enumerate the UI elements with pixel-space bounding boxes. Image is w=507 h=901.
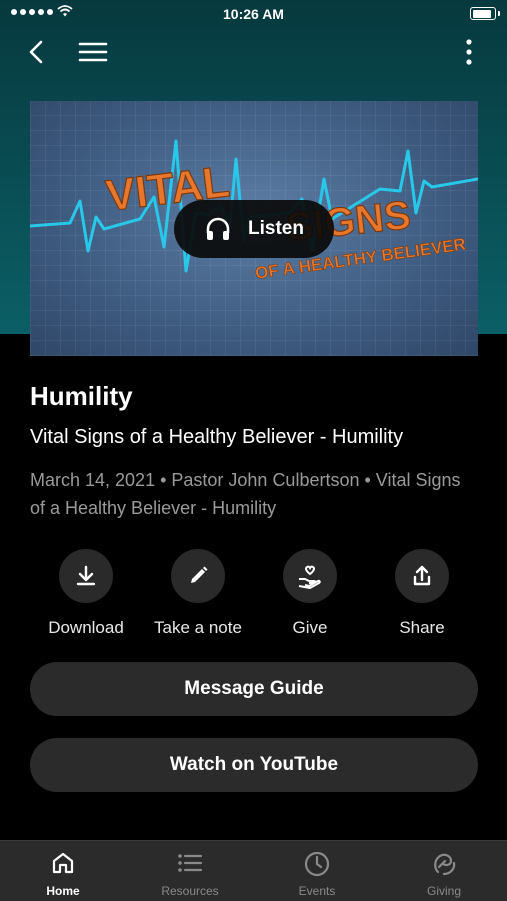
action-row: Download Take a note Give Share [30, 549, 478, 639]
hamburger-icon [78, 42, 108, 62]
download-button[interactable]: Download [30, 549, 142, 638]
message-guide-button[interactable]: Message Guide [30, 662, 478, 716]
tab-bar: Home Resources Events Giving [0, 840, 507, 901]
status-bar: 10:26 AM [0, 0, 507, 28]
tab-giving[interactable]: Giving [381, 841, 507, 901]
tab-resources[interactable]: Resources [127, 841, 253, 901]
sermon-subtitle: Vital Signs of a Healthy Believer - Humi… [30, 426, 404, 448]
sermon-title: Humility [30, 381, 133, 411]
tab-giving-label: Giving [426, 884, 461, 898]
headphones-icon [206, 217, 230, 240]
clock-icon [254, 850, 380, 878]
take-note-label: Take a note [154, 618, 242, 637]
tab-home[interactable]: Home [0, 841, 126, 901]
pencil-icon [171, 549, 225, 603]
tab-events[interactable]: Events [254, 841, 380, 901]
download-icon [59, 549, 113, 603]
back-button[interactable] [22, 36, 54, 68]
give-label: Give [292, 618, 328, 637]
share-icon [395, 549, 449, 603]
list-icon [127, 850, 253, 876]
listen-button[interactable]: Listen [174, 200, 334, 258]
give-heart-hand-icon [283, 549, 337, 603]
watch-youtube-button[interactable]: Watch on YouTube [30, 738, 478, 792]
tab-resources-label: Resources [161, 884, 219, 898]
more-options-button[interactable] [453, 36, 485, 68]
chevron-left-icon [29, 40, 43, 64]
give-button[interactable]: Give [254, 549, 366, 638]
share-button[interactable]: Share [366, 549, 478, 638]
listen-label: Listen [248, 218, 304, 239]
status-time: 10:26 AM [223, 6, 284, 22]
menu-button[interactable] [74, 36, 112, 68]
battery-icon [470, 7, 500, 20]
home-icon [0, 850, 126, 876]
take-note-button[interactable]: Take a note [142, 549, 254, 638]
download-label: Download [48, 618, 124, 637]
more-vertical-icon [466, 39, 472, 65]
tab-home-label: Home [46, 884, 80, 898]
giving-icon [381, 850, 507, 878]
share-label: Share [399, 618, 445, 637]
tab-events-label: Events [298, 884, 336, 898]
sermon-meta: March 14, 2021 • Pastor John Culbertson … [30, 470, 461, 518]
